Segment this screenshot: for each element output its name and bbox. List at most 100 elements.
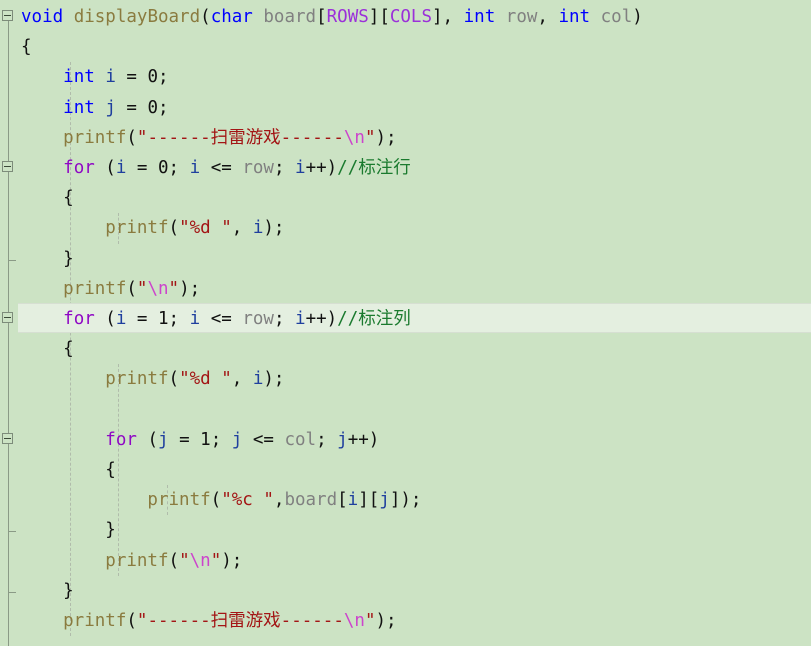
token: printf xyxy=(21,127,127,148)
token: printf xyxy=(21,278,127,299)
token: ; xyxy=(158,97,169,118)
token: i xyxy=(189,309,201,329)
token: = xyxy=(126,158,158,178)
token: i xyxy=(105,67,116,88)
token: COLS xyxy=(389,7,433,27)
code-line-19[interactable]: printf("\n"); xyxy=(0,546,242,576)
code-line-8[interactable]: printf("%d ", i); xyxy=(0,213,284,243)
token: ; xyxy=(210,429,232,450)
token: ( xyxy=(168,369,180,390)
token: = xyxy=(168,429,201,450)
token: , xyxy=(231,369,253,390)
token: ][ xyxy=(358,490,380,511)
token: void xyxy=(21,7,64,27)
token: ], xyxy=(432,7,464,27)
code-line-5[interactable]: printf("------扫雷游戏------\n"); xyxy=(0,123,396,153)
token: row xyxy=(505,7,538,27)
code-line-15[interactable]: for (j = 1; j <= col; j++) xyxy=(0,425,379,455)
fold-toggle-minus-icon[interactable] xyxy=(2,161,13,172)
token: { xyxy=(21,460,116,480)
token: ++) xyxy=(305,158,338,178)
token: 0 xyxy=(147,97,159,118)
fold-toggle-minus-icon[interactable] xyxy=(2,10,13,21)
code-editor[interactable]: void displayBoard(char board[ROWS][COLS]… xyxy=(0,0,811,646)
token: i xyxy=(295,158,306,178)
code-line-4[interactable]: int j = 0; xyxy=(0,93,169,123)
token: j xyxy=(379,490,390,511)
token: j xyxy=(157,429,169,450)
token: "%d " xyxy=(179,369,232,390)
code-line-21[interactable]: printf("------扫雷游戏------\n"); xyxy=(0,606,397,636)
code-line-6[interactable]: for (i = 0; i <= row; i++)//标注行 xyxy=(0,153,411,183)
code-line-11[interactable]: for (i = 1; i <= row; i++)//标注列 xyxy=(0,304,411,334)
fold-toggle-minus-icon[interactable] xyxy=(2,432,13,444)
outline-end-tick xyxy=(8,259,16,261)
token: ; xyxy=(158,67,169,88)
code-line-3[interactable]: int i = 0; xyxy=(0,62,169,92)
token: int xyxy=(63,97,95,118)
token: //标注行 xyxy=(337,158,411,178)
token: "%c " xyxy=(221,490,274,511)
token: ; xyxy=(168,158,190,178)
token: col xyxy=(284,429,317,450)
token: ); xyxy=(221,550,243,571)
token: for xyxy=(63,158,95,178)
token: i xyxy=(347,490,359,511)
outline-gutter[interactable] xyxy=(0,0,18,646)
token: 1 xyxy=(158,309,169,329)
token: { xyxy=(21,339,74,360)
token: row xyxy=(242,309,274,329)
token: [ xyxy=(316,7,327,27)
token: { xyxy=(21,37,32,58)
token: i xyxy=(295,309,306,329)
token: ); xyxy=(375,611,397,631)
token: = xyxy=(115,67,148,88)
token: printf xyxy=(21,611,127,631)
code-line-17[interactable]: printf("%c ",board[i][j]); xyxy=(0,485,421,515)
token: //标注列 xyxy=(337,309,411,329)
token: , xyxy=(231,218,253,239)
token: ( xyxy=(168,218,180,239)
fold-toggle-minus-icon[interactable] xyxy=(2,312,13,323)
token: ( xyxy=(136,429,158,450)
token: row xyxy=(242,158,274,178)
token: printf xyxy=(21,218,169,239)
token: ( xyxy=(126,611,137,631)
token: <= xyxy=(242,429,285,450)
token: { xyxy=(21,188,74,209)
token: i xyxy=(115,309,127,329)
token: i xyxy=(115,158,127,178)
token: " xyxy=(168,278,180,299)
code-line-13[interactable]: printf("%d ", i); xyxy=(0,364,284,394)
token: \n xyxy=(147,278,169,299)
token: ++) xyxy=(305,309,338,329)
token: printf xyxy=(21,490,211,511)
token: ); xyxy=(179,278,201,299)
token: 0 xyxy=(147,67,159,88)
token: ); xyxy=(263,369,285,390)
outline-end-tick xyxy=(8,531,16,533)
token: "------扫雷游戏------ xyxy=(136,611,344,631)
token: printf xyxy=(21,369,169,390)
token: ; xyxy=(316,429,338,450)
token: " xyxy=(364,611,376,631)
token: ( xyxy=(94,158,116,178)
token: j xyxy=(105,97,116,118)
token: i xyxy=(189,158,201,178)
token: " xyxy=(179,550,190,571)
token: for xyxy=(63,309,95,329)
outline-end-tick xyxy=(8,591,16,593)
token: [ xyxy=(337,490,348,511)
token: ( xyxy=(94,309,116,329)
token: \n xyxy=(343,611,365,631)
token: ; xyxy=(273,158,296,178)
code-line-1[interactable]: void displayBoard(char board[ROWS][COLS]… xyxy=(0,2,643,32)
code-line-10[interactable]: printf("\n"); xyxy=(0,274,200,304)
token: = xyxy=(126,309,158,329)
token: i xyxy=(252,369,264,390)
